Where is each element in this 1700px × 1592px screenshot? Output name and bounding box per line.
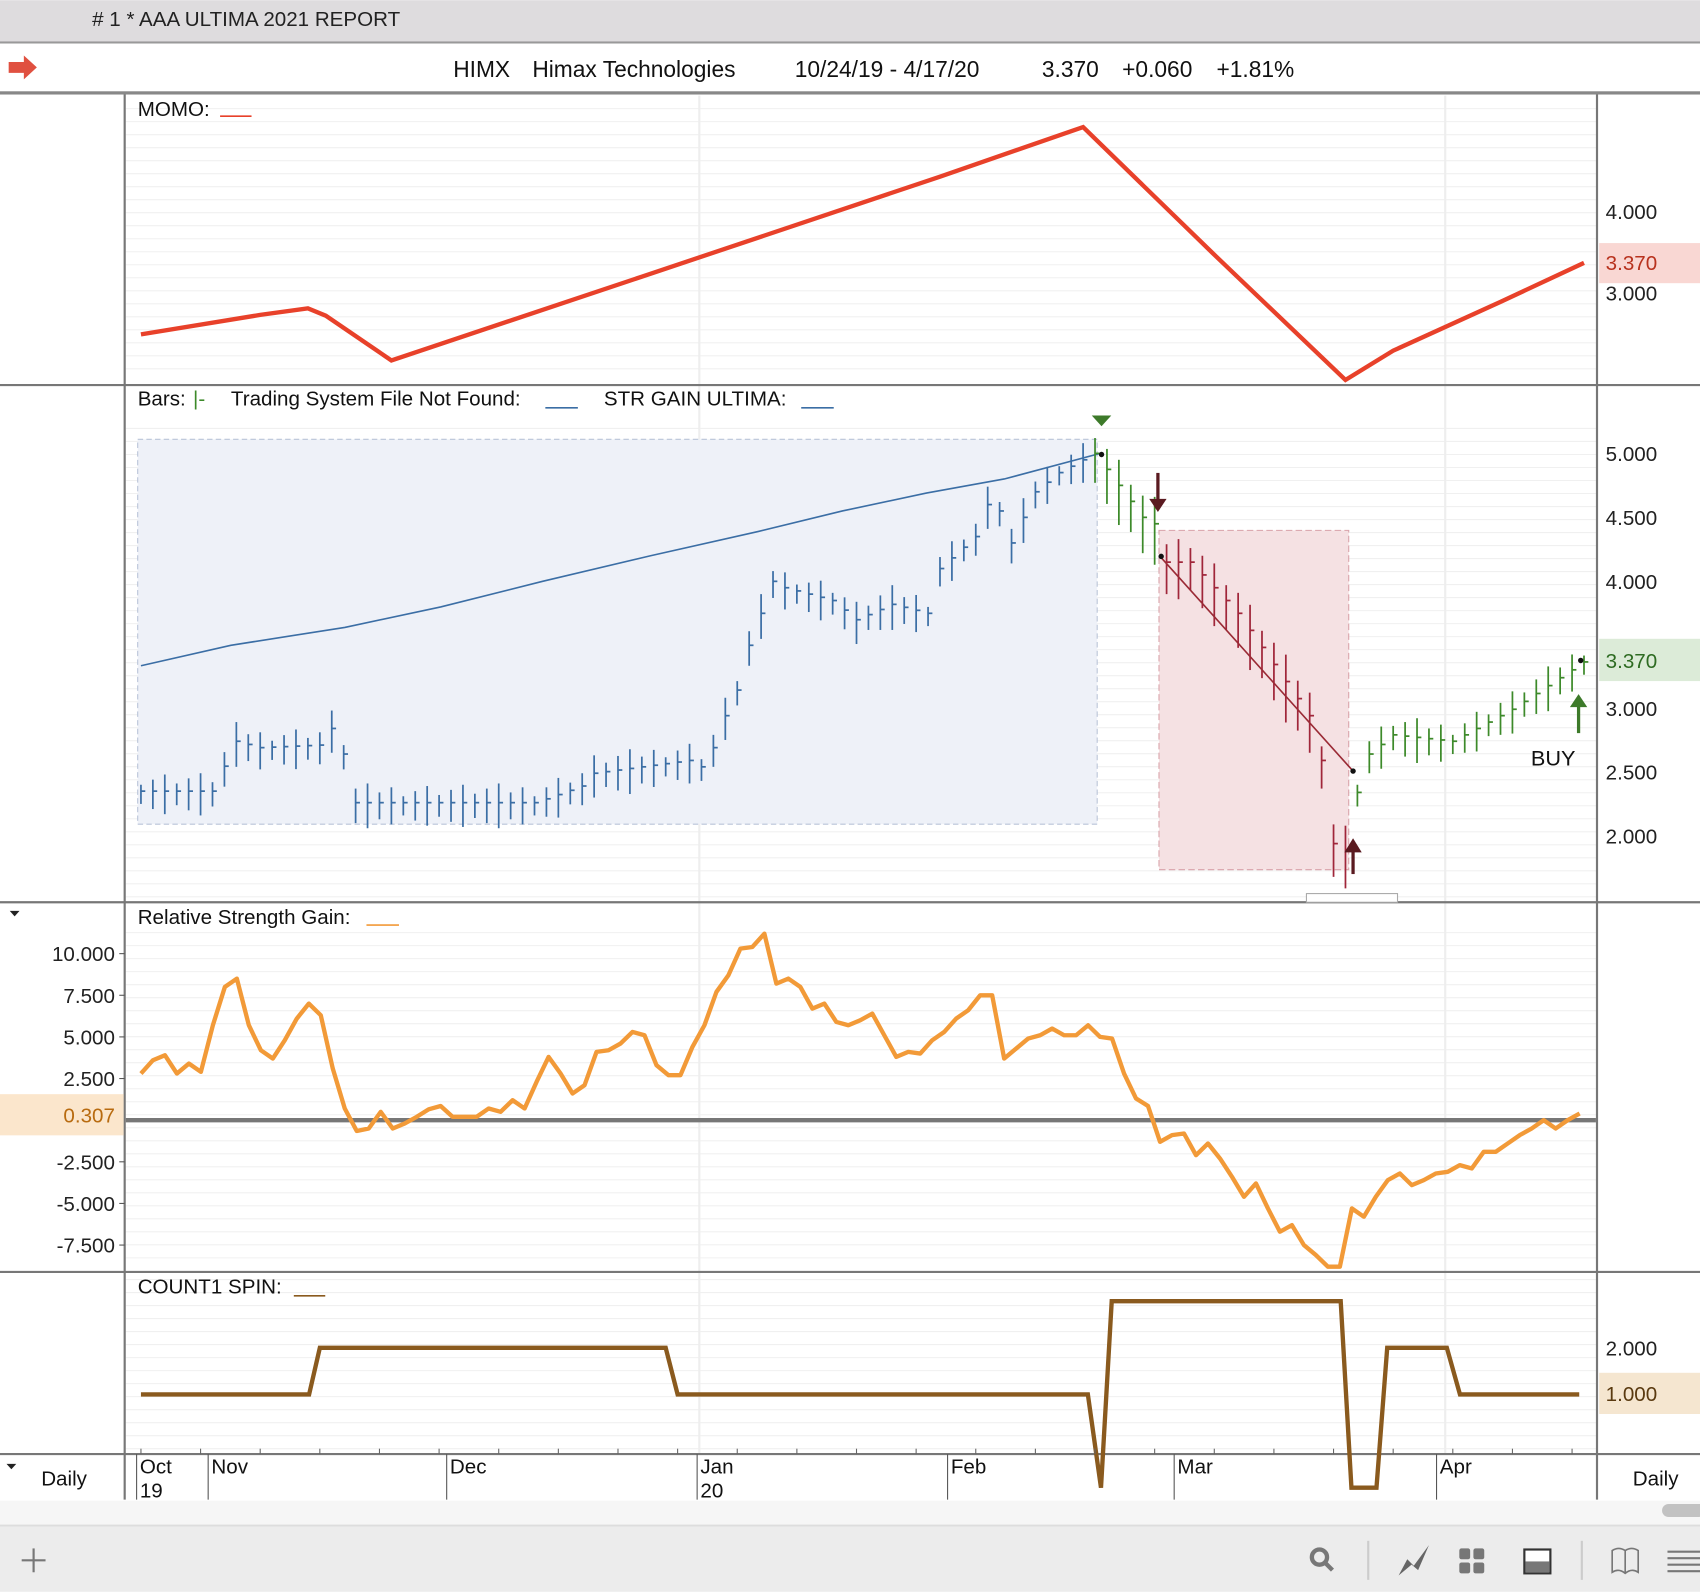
price-bar [1428, 728, 1434, 756]
spin-tag-value: 1.000 [1606, 1383, 1658, 1406]
collapse-triangle-icon[interactable] [9, 910, 20, 917]
price-bars-panel[interactable]: Bars: |- Trading System File Not Found: … [137, 388, 1700, 903]
month-name: Nov [211, 1456, 248, 1479]
period-right[interactable]: Daily [1633, 1468, 1679, 1491]
price-bar [1475, 711, 1481, 752]
rsg-axis-label: 10.000 [52, 943, 115, 966]
month-label: Apr [1436, 1454, 1472, 1500]
chart-window: # 1 * AAA ULTIMA 2021 REPORT HIMX Himax … [0, 0, 1700, 1592]
month-name: Apr [1440, 1456, 1472, 1479]
company-name: Himax Technologies [532, 56, 735, 82]
momo-line [140, 124, 1585, 383]
period-left[interactable]: Daily [41, 1468, 87, 1491]
month-label: Nov [207, 1454, 249, 1500]
price-bar [1571, 654, 1577, 692]
price-bar [1368, 741, 1374, 774]
window-title: # 1 * AAA ULTIMA 2021 REPORT [92, 8, 400, 31]
bars-axis-3: 3.000 [1606, 698, 1658, 721]
price-change: +0.060 [1122, 56, 1192, 82]
bars-axis-5: 5.000 [1606, 443, 1658, 466]
price-bar [1129, 484, 1136, 533]
month-name: Feb [951, 1456, 986, 1479]
bars-tag-value: 3.370 [1606, 650, 1658, 673]
bars-axis-2: 2.000 [1606, 826, 1658, 849]
red-trend-zone [1158, 529, 1350, 871]
month-name: Mar [1177, 1456, 1213, 1479]
price-bar [1380, 726, 1386, 769]
horizontal-scrollbar[interactable] [0, 1500, 1700, 1525]
spin-line [140, 1299, 1580, 1490]
price-bar [1106, 448, 1112, 504]
price-bar [1559, 667, 1565, 695]
price-bar [1583, 655, 1589, 675]
spin-label: COUNT1 SPIN: [138, 1276, 282, 1299]
momo-axis-3: 3.000 [1606, 283, 1658, 306]
momo-axis-4: 4.000 [1606, 201, 1658, 224]
year-label: 20 [700, 1479, 723, 1502]
bars-symbol: |- [193, 388, 205, 411]
bars-axis-4.5: 4.500 [1606, 507, 1658, 530]
symbol: HIMX [453, 56, 510, 82]
date-axis: Daily Daily Oct19 Nov Dec Jan20 Feb Mar Apr [6, 1448, 1679, 1502]
rsg-label: Relative Strength Gain: [138, 906, 351, 929]
relative-strength-panel[interactable]: Relative Strength Gain: 10.000 7.500 5.000… [0, 906, 1596, 1269]
sell-signal-triangle-icon [1091, 415, 1112, 427]
rsg-axis-label: -5.000 [57, 1193, 115, 1216]
price-bar [1535, 679, 1541, 714]
buy-label: BUY [1531, 746, 1576, 771]
bottom-toolbar [0, 1526, 1700, 1592]
price-bar [1118, 459, 1124, 526]
momo-tag-value: 3.370 [1606, 252, 1658, 275]
bars-axis-4: 4.000 [1606, 571, 1658, 594]
month-label: Feb [947, 1454, 986, 1500]
price-bar [1356, 784, 1362, 807]
month-label: Jan20 [696, 1454, 734, 1502]
price-bar [1392, 725, 1398, 751]
price-bar [1499, 702, 1505, 735]
str-gain-label: STR GAIN ULTIMA: [604, 388, 787, 411]
bars-axis-2.5: 2.500 [1606, 762, 1658, 785]
rsg-axis-label: 5.000 [63, 1026, 114, 1049]
month-label: Mar [1173, 1454, 1213, 1500]
month-name: Dec [450, 1456, 487, 1479]
period-dropdown-icon[interactable] [6, 1463, 17, 1470]
panel-icon[interactable] [1523, 1548, 1552, 1575]
last-price: 3.370 [1042, 56, 1099, 82]
price-change-pct: +1.81% [1216, 56, 1294, 82]
price-bar [1141, 495, 1148, 554]
price-bar [1451, 734, 1458, 755]
price-bar [1523, 692, 1529, 717]
year-label: 19 [140, 1479, 163, 1502]
month-name: Oct [140, 1456, 172, 1479]
month-name: Jan [700, 1456, 733, 1479]
rsg-axis-label: 7.500 [63, 985, 114, 1008]
rsg-tag-value: 0.307 [63, 1104, 114, 1127]
trading-system-label: Trading System File Not Found: [231, 388, 521, 411]
spin-axis-2: 2.000 [1606, 1337, 1658, 1360]
price-bar [1487, 714, 1493, 737]
month-label: Oct19 [136, 1454, 172, 1502]
rsg-line [139, 931, 1581, 1269]
month-label: Dec [446, 1454, 487, 1500]
date-range: 10/24/19 - 4/17/20 [795, 56, 980, 82]
momo-label: MOMO: [138, 98, 210, 121]
bars-label: Bars: [138, 388, 186, 411]
rsg-axis-label: -7.500 [57, 1235, 115, 1258]
scrollbar-thumb[interactable] [1662, 1503, 1700, 1517]
rsg-axis-label: 2.500 [63, 1068, 114, 1091]
rsg-axis-label: -2.500 [57, 1151, 115, 1174]
